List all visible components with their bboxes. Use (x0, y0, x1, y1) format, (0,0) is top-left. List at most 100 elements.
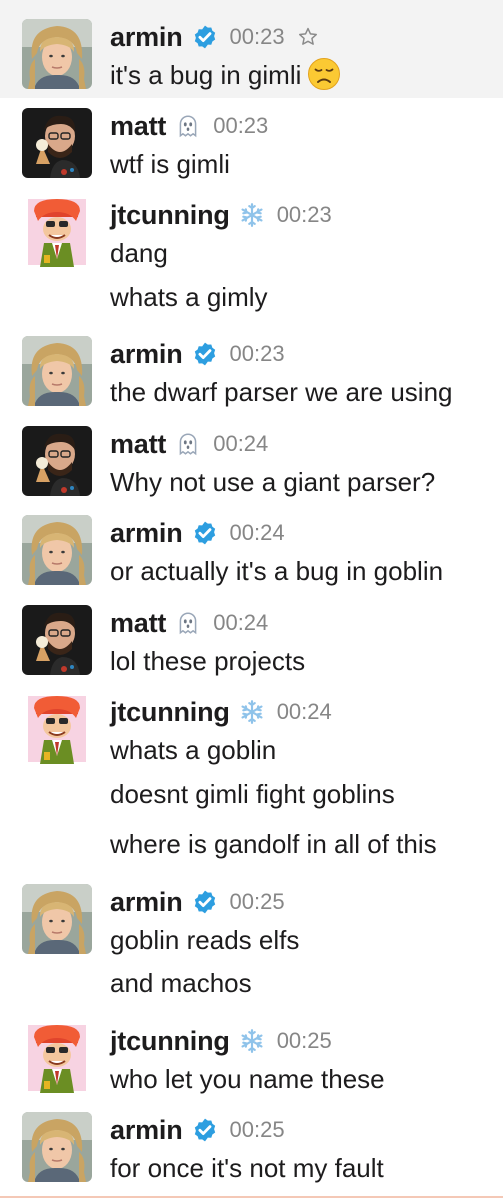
verified-check-icon (192, 520, 218, 546)
message-text-content: wtf is gimli (110, 149, 230, 179)
message-text: the dwarf parser we are using (110, 373, 453, 411)
sender-name[interactable]: jtcunning (110, 1026, 230, 1057)
chat-message[interactable]: matt 00:24 Why not use a giant parser? (0, 418, 503, 508)
message-text: whats a gimly (110, 278, 268, 316)
message-text-content: it's a bug in gimli (110, 60, 302, 90)
chat-message[interactable]: matt 00:24 lol these projects (0, 598, 503, 688)
chat-message[interactable]: armin 00:23 it's a bug in gimli (0, 0, 503, 98)
message-text: doesnt gimli fight goblins (110, 775, 395, 813)
ghost-icon (175, 431, 201, 457)
avatar-jtcunning[interactable] (22, 694, 92, 764)
message-text-content: the dwarf parser we are using (110, 377, 453, 407)
message-timestamp[interactable]: 00:23 (230, 24, 285, 50)
message-header: jtcunning 00:23 (110, 196, 332, 234)
chat-message[interactable]: armin 00:25 goblin reads elfs and machos (0, 878, 503, 1018)
verified-check-icon (192, 341, 218, 367)
verified-check-icon (192, 1117, 218, 1143)
message-timestamp[interactable]: 00:23 (277, 202, 332, 228)
message-text: and machos (110, 964, 252, 1002)
sender-name[interactable]: jtcunning (110, 697, 230, 728)
message-header: armin 00:24 (110, 514, 285, 552)
sender-name[interactable]: armin (110, 22, 183, 53)
avatar-armin[interactable] (22, 515, 92, 585)
chat-message[interactable]: armin 00:25 for once it's not my fault (0, 1108, 503, 1196)
message-header: armin 00:25 (110, 1111, 285, 1149)
message-header: jtcunning 00:24 (110, 693, 332, 731)
message-text-content: whats a goblin (110, 735, 277, 765)
message-text-content: who let you name these (110, 1064, 385, 1094)
message-timestamp[interactable]: 00:24 (277, 699, 332, 725)
message-text: where is gandolf in all of this (110, 825, 437, 863)
message-timestamp[interactable]: 00:24 (230, 520, 285, 546)
sender-name[interactable]: matt (110, 111, 166, 142)
message-text-content: doesnt gimli fight goblins (110, 779, 395, 809)
message-text: goblin reads elfs (110, 921, 299, 959)
message-text-content: or actually it's a bug in goblin (110, 556, 444, 586)
chat-message[interactable]: jtcunning 00:25 who let you name these (0, 1018, 503, 1108)
message-timestamp[interactable]: 00:25 (230, 1117, 285, 1143)
message-timestamp[interactable]: 00:24 (213, 610, 268, 636)
avatar-armin[interactable] (22, 1112, 92, 1182)
avatar-jtcunning[interactable] (22, 1023, 92, 1093)
message-text-content: and machos (110, 968, 252, 998)
message-header: matt 00:24 (110, 604, 268, 642)
sender-name[interactable]: armin (110, 518, 183, 549)
snowflake-icon (239, 1028, 265, 1054)
new-message-divider (0, 1196, 503, 1198)
avatar-matt[interactable] (22, 605, 92, 675)
avatar-armin[interactable] (22, 19, 92, 89)
sender-name[interactable]: matt (110, 429, 166, 460)
snowflake-icon (239, 202, 265, 228)
verified-check-icon (192, 24, 218, 50)
message-text-content: Why not use a giant parser? (110, 467, 436, 497)
message-text-content: where is gandolf in all of this (110, 829, 437, 859)
chat-message-list: armin 00:23 it's a bug in gimli matt 00:23 wt… (0, 0, 503, 1200)
message-text-content: dang (110, 238, 168, 268)
verified-check-icon (192, 889, 218, 915)
snowflake-icon (239, 699, 265, 725)
message-timestamp[interactable]: 00:23 (213, 113, 268, 139)
message-text-content: goblin reads elfs (110, 925, 300, 955)
message-text-content: whats a gimly (110, 282, 268, 312)
message-header: armin 00:23 (110, 18, 319, 56)
chat-message[interactable]: matt 00:23 wtf is gimli (0, 98, 503, 188)
sender-name[interactable]: jtcunning (110, 200, 230, 231)
message-text: dang (110, 234, 168, 272)
message-timestamp[interactable]: 00:25 (277, 1028, 332, 1054)
message-header: armin 00:23 (110, 335, 285, 373)
ghost-icon (175, 610, 201, 636)
sender-name[interactable]: armin (110, 339, 183, 370)
message-header: matt 00:23 (110, 107, 268, 145)
chat-message[interactable]: jtcunning 00:23 dang whats a gimly (0, 188, 503, 328)
message-timestamp[interactable]: 00:25 (230, 889, 285, 915)
avatar-armin[interactable] (22, 336, 92, 406)
message-text: or actually it's a bug in goblin (110, 552, 443, 590)
star-outline-icon[interactable] (297, 26, 319, 48)
message-header: matt 00:24 (110, 425, 268, 463)
avatar-armin[interactable] (22, 884, 92, 954)
chat-message[interactable]: armin 00:24 or actually it's a bug in gobl… (0, 508, 503, 598)
avatar-matt[interactable] (22, 426, 92, 496)
sender-name[interactable]: armin (110, 887, 183, 918)
avatar-jtcunning[interactable] (22, 197, 92, 267)
ghost-icon (175, 113, 201, 139)
message-text: it's a bug in gimli (110, 56, 341, 94)
disappointed-face-icon (307, 57, 341, 91)
chat-message[interactable]: armin 00:23 the dwarf parser we are using (0, 328, 503, 418)
chat-message[interactable]: jtcunning 00:24 whats a goblin doesnt gimli… (0, 688, 503, 878)
message-text: for once it's not my fault (110, 1149, 384, 1187)
message-timestamp[interactable]: 00:23 (230, 341, 285, 367)
message-text: Why not use a giant parser? (110, 463, 435, 501)
avatar-matt[interactable] (22, 108, 92, 178)
sender-name[interactable]: matt (110, 608, 166, 639)
sender-name[interactable]: armin (110, 1115, 183, 1146)
message-text: wtf is gimli (110, 145, 230, 183)
message-timestamp[interactable]: 00:24 (213, 431, 268, 457)
message-header: jtcunning 00:25 (110, 1022, 332, 1060)
message-text-content: for once it's not my fault (110, 1153, 384, 1183)
message-text-content: lol these projects (110, 646, 306, 676)
message-text: who let you name these (110, 1060, 385, 1098)
message-text: lol these projects (110, 642, 305, 680)
message-text: whats a goblin (110, 731, 276, 769)
message-header: armin 00:25 (110, 883, 285, 921)
